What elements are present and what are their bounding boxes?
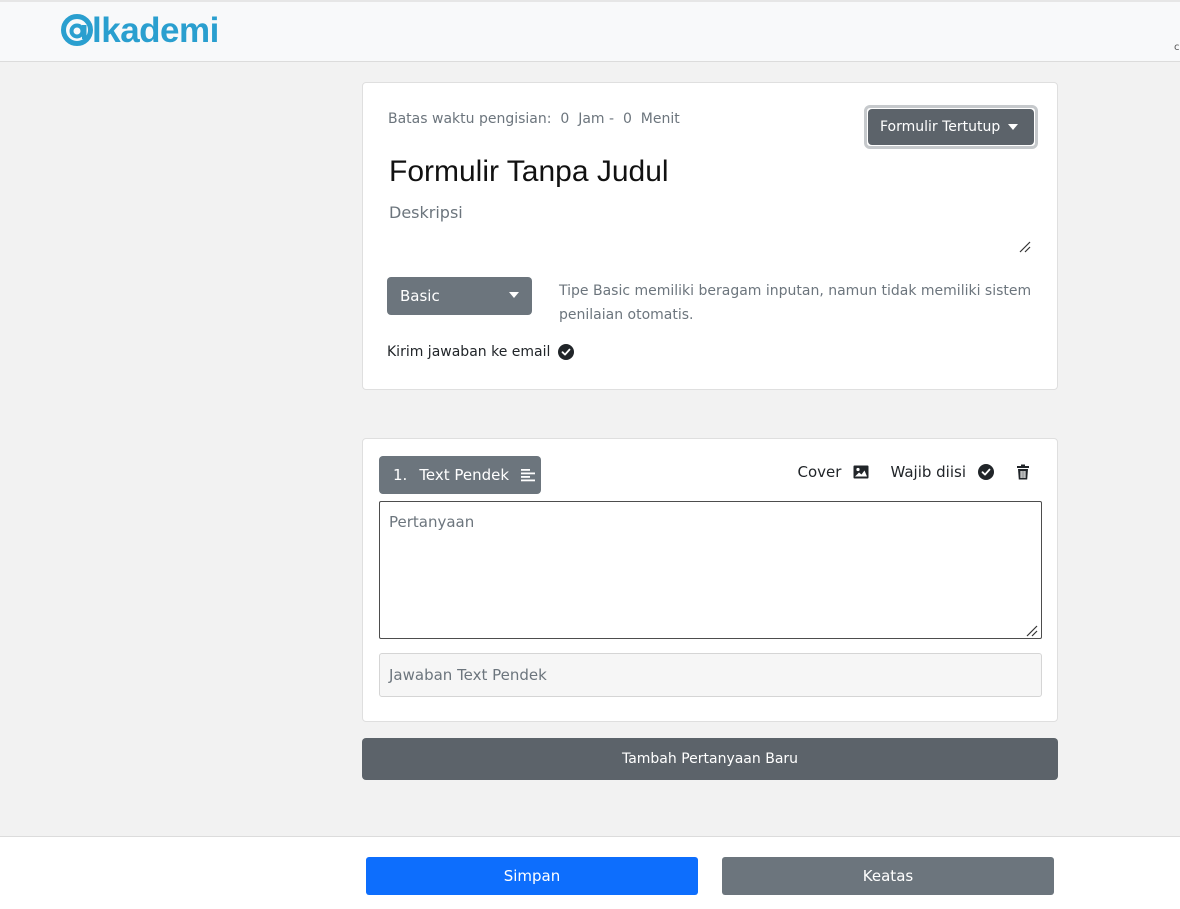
send-email-label: Kirim jawaban ke email bbox=[387, 344, 551, 360]
add-question-button[interactable]: Tambah Pertanyaan Baru bbox=[362, 738, 1058, 780]
text-lines-icon bbox=[521, 469, 536, 482]
check-circle-icon[interactable] bbox=[558, 344, 575, 360]
send-email-toggle[interactable]: Kirim jawaban ke email bbox=[387, 344, 575, 360]
time-hours-unit: Jam - bbox=[578, 111, 615, 127]
resize-grip-icon[interactable] bbox=[1019, 241, 1031, 253]
question-actions: Cover Wajib diisi bbox=[798, 463, 1031, 481]
answer-preview-field: Jawaban Text Pendek bbox=[379, 653, 1042, 697]
form-status-dropdown[interactable]: Formulir Tertutup bbox=[868, 109, 1034, 145]
time-limit-label: Batas waktu pengisian: bbox=[388, 111, 552, 127]
question-number: 1. bbox=[393, 466, 408, 484]
form-type-select[interactable]: Basic bbox=[387, 277, 532, 315]
time-hours[interactable]: 0 bbox=[560, 111, 569, 127]
chevron-down-icon bbox=[509, 292, 519, 298]
question-textarea[interactable]: Pertanyaan bbox=[379, 501, 1042, 639]
time-limit: Batas waktu pengisian: 0 Jam - 0 Menit bbox=[388, 111, 680, 127]
logo-text: lkademi bbox=[92, 10, 219, 50]
question-placeholder: Pertanyaan bbox=[389, 513, 475, 531]
form-description-input[interactable]: Deskripsi bbox=[389, 203, 463, 222]
resize-grip-icon[interactable] bbox=[1026, 625, 1038, 637]
scroll-top-button[interactable]: Keatas bbox=[722, 857, 1054, 895]
answer-placeholder: Jawaban Text Pendek bbox=[389, 666, 547, 684]
question-type-button[interactable]: 1. Text Pendek bbox=[379, 456, 541, 494]
form-status-label: Formulir Tertutup bbox=[880, 119, 1001, 135]
form-type-label: Basic bbox=[400, 287, 440, 305]
cover-label: Cover bbox=[797, 463, 842, 481]
cover-button[interactable]: Cover bbox=[798, 463, 870, 481]
time-minutes[interactable]: 0 bbox=[623, 111, 632, 127]
time-minutes-unit: Menit bbox=[640, 111, 680, 127]
trash-icon bbox=[1017, 464, 1029, 480]
chevron-down-icon bbox=[1008, 124, 1019, 130]
check-circle-icon bbox=[978, 464, 994, 480]
delete-question-button[interactable] bbox=[1015, 464, 1031, 480]
required-toggle[interactable]: Wajib diisi bbox=[890, 463, 994, 481]
edge-glyph: c bbox=[1174, 42, 1180, 53]
top-navbar: lkademi c bbox=[0, 0, 1180, 62]
form-settings-card: Batas waktu pengisian: 0 Jam - 0 Menit F… bbox=[362, 82, 1058, 390]
form-type-hint: Tipe Basic memiliki beragam inputan, nam… bbox=[559, 283, 1032, 323]
image-icon bbox=[853, 465, 869, 479]
save-button[interactable]: Simpan bbox=[366, 857, 698, 895]
question-card: 1. Text Pendek Cover Wajib diisi Pertany… bbox=[362, 438, 1058, 722]
required-label: Wajib diisi bbox=[890, 463, 966, 481]
logo-mark-icon bbox=[61, 14, 93, 46]
status-dropdown-focus-ring: Formulir Tertutup bbox=[864, 105, 1038, 149]
footer-bar: Simpan Keatas bbox=[0, 836, 1180, 909]
form-title[interactable]: Formulir Tanpa Judul bbox=[389, 155, 669, 189]
question-type-label: Text Pendek bbox=[419, 466, 510, 484]
alkademi-logo[interactable]: lkademi bbox=[60, 10, 219, 50]
